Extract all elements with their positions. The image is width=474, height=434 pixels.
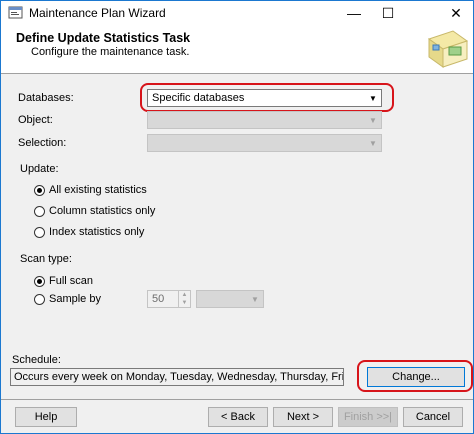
databases-value: Specific databases bbox=[152, 92, 245, 104]
close-button[interactable]: ✕ bbox=[439, 1, 473, 25]
maximize-button[interactable]: ☐ bbox=[371, 1, 405, 25]
back-button[interactable]: < Back bbox=[208, 407, 268, 427]
wizard-graphic-icon bbox=[427, 30, 469, 68]
schedule-label: Schedule: bbox=[12, 354, 61, 366]
sample-value: 50 bbox=[152, 293, 165, 305]
change-schedule-button[interactable]: Change... bbox=[367, 367, 465, 387]
radio-index-statistics-only-label[interactable]: Index statistics only bbox=[49, 226, 144, 238]
window-title: Maintenance Plan Wizard bbox=[29, 6, 166, 20]
help-button[interactable]: Help bbox=[15, 407, 77, 427]
radio-column-statistics-only-label[interactable]: Column statistics only bbox=[49, 205, 155, 217]
schedule-description-field[interactable]: Occurs every week on Monday, Tuesday, We… bbox=[10, 368, 344, 386]
sample-value-stepper[interactable]: 50 ▲ ▼ bbox=[147, 290, 191, 308]
footer-divider bbox=[1, 399, 473, 400]
scan-type-group-label: Scan type: bbox=[20, 253, 72, 265]
selection-dropdown[interactable]: ▼ bbox=[147, 134, 382, 152]
object-dropdown[interactable]: ▼ bbox=[147, 111, 382, 129]
stepper-arrows-icon[interactable]: ▲ ▼ bbox=[178, 291, 190, 307]
sample-unit-dropdown[interactable]: ▼ bbox=[196, 290, 264, 308]
page-subtitle: Configure the maintenance task. bbox=[31, 46, 190, 58]
maintenance-plan-wizard-window: Maintenance Plan Wizard — ☐ ✕ Define Upd… bbox=[0, 0, 474, 434]
radio-index-statistics-only[interactable] bbox=[34, 227, 45, 238]
next-button[interactable]: Next > bbox=[273, 407, 333, 427]
selection-label: Selection: bbox=[18, 137, 67, 149]
chevron-down-icon: ▼ bbox=[369, 115, 377, 125]
wizard-header: Define Update Statistics Task Configure … bbox=[1, 25, 473, 74]
radio-sample-by[interactable] bbox=[34, 294, 45, 305]
chevron-down-icon: ▼ bbox=[251, 294, 259, 304]
cancel-button[interactable]: Cancel bbox=[403, 407, 463, 427]
radio-sample-by-label[interactable]: Sample by bbox=[49, 293, 101, 305]
update-group-label: Update: bbox=[20, 163, 59, 175]
object-label: Object: bbox=[18, 114, 53, 126]
databases-label: Databases: bbox=[18, 92, 74, 104]
radio-all-existing-statistics-label[interactable]: All existing statistics bbox=[49, 184, 147, 196]
chevron-down-icon: ▼ bbox=[369, 93, 377, 103]
radio-full-scan[interactable] bbox=[34, 276, 45, 287]
title-bar[interactable]: Maintenance Plan Wizard — ☐ ✕ bbox=[1, 1, 473, 25]
page-title: Define Update Statistics Task bbox=[16, 31, 191, 45]
chevron-down-icon: ▼ bbox=[369, 138, 377, 148]
databases-dropdown[interactable]: Specific databases ▼ bbox=[147, 89, 382, 107]
minimize-button[interactable]: — bbox=[337, 1, 371, 25]
radio-all-existing-statistics[interactable] bbox=[34, 185, 45, 196]
schedule-description: Occurs every week on Monday, Tuesday, We… bbox=[14, 371, 344, 383]
radio-column-statistics-only[interactable] bbox=[34, 206, 45, 217]
wizard-app-icon bbox=[8, 6, 23, 19]
radio-full-scan-label[interactable]: Full scan bbox=[49, 275, 93, 287]
finish-button[interactable]: Finish >>| bbox=[338, 407, 398, 427]
